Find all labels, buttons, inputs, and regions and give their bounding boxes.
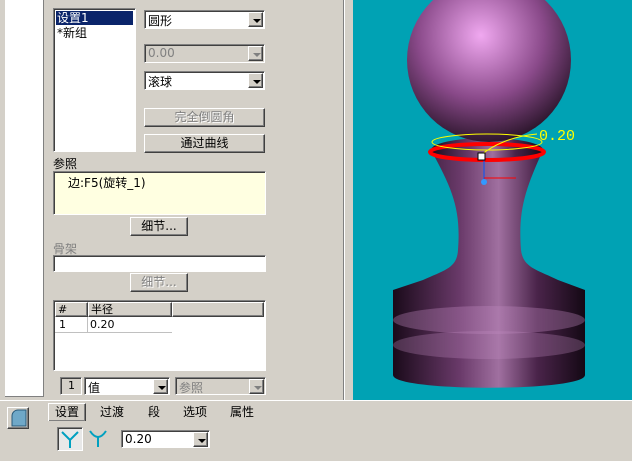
pawn-base-ring [393, 306, 585, 334]
radius-table-header-index: # [55, 302, 88, 317]
chevron-down-icon[interactable] [248, 73, 263, 88]
reference-item[interactable]: 边:F5(旋转_1) [68, 174, 146, 191]
references-details-button[interactable]: 细节... [130, 217, 188, 236]
pawn-head[interactable] [407, 0, 571, 142]
mode-toggle-radius-icon[interactable] [57, 427, 83, 451]
chevron-down-icon[interactable] [153, 379, 168, 394]
pawn-base-ring [393, 331, 585, 359]
tab-transitions[interactable]: 过渡 [94, 404, 130, 422]
radius-table-header-extra [172, 302, 264, 317]
table-row[interactable]: 1 0.20 [55, 317, 172, 333]
tab-options[interactable]: 选项 [177, 404, 213, 422]
sets-list[interactable]: 设置1 *新组 [53, 8, 136, 152]
sets-list-item-1[interactable]: 设置1 [56, 11, 133, 25]
round-feature-icon [7, 407, 29, 429]
graphics-viewport[interactable]: 0.20 [353, 0, 632, 400]
method-select-value: 滚球 [148, 75, 173, 89]
radius-row-index: 1 [59, 318, 66, 331]
dimension-label[interactable]: 0.20 [539, 128, 575, 145]
radius-index-field: 1 [60, 377, 82, 395]
through-curve-button[interactable]: 通过曲线 [144, 134, 265, 153]
tab-properties[interactable]: 属性 [224, 404, 260, 422]
shape-select-value: 圆形 [148, 14, 173, 28]
value-select[interactable]: 0.00 [144, 44, 265, 63]
sets-list-item-new[interactable]: *新组 [56, 26, 87, 40]
radius-table[interactable]: # 半径 1 0.20 [53, 300, 266, 371]
panel-splitter[interactable] [275, 0, 353, 400]
drag-handle[interactable] [481, 179, 487, 185]
pawn-model[interactable]: 0.20 [353, 0, 632, 400]
references-label: 参照 [53, 157, 78, 171]
chevron-down-icon[interactable] [249, 379, 264, 394]
radius-table-header-radius: 半径 [88, 302, 172, 317]
chevron-down-icon[interactable] [248, 12, 263, 27]
tab-settings[interactable]: 设置 [48, 403, 87, 421]
radius-mode-value: 值 [88, 381, 101, 395]
radius-row-value[interactable]: 0.20 [90, 318, 115, 331]
settings-panel: 设置1 *新组 圆形 0.00 滚球 完全倒圆角 通过曲线 参照 边:F5(旋转… [44, 0, 275, 400]
radius-mode-select[interactable]: 值 [84, 377, 170, 395]
value-select-value: 0.00 [148, 46, 175, 60]
references-collector[interactable]: 边:F5(旋转_1) [53, 171, 266, 215]
shape-select[interactable]: 圆形 [144, 10, 265, 29]
radius-ref-select[interactable]: 参照 [175, 377, 266, 395]
drag-handle[interactable] [477, 152, 486, 161]
radius-value-select[interactable]: 0.20 [121, 430, 210, 448]
mode-toggle-chordal-icon[interactable] [86, 427, 112, 451]
spine-collector[interactable] [53, 255, 266, 272]
spine-details-button[interactable]: 细节... [130, 273, 188, 292]
chevron-down-icon[interactable] [193, 432, 208, 447]
full-round-button[interactable]: 完全倒圆角 [144, 108, 265, 127]
tab-pieces[interactable]: 段 [142, 404, 166, 422]
method-select[interactable]: 滚球 [144, 71, 265, 90]
radius-ref-value: 参照 [179, 381, 204, 395]
model-tree-panel [0, 0, 44, 400]
radius-value: 0.20 [125, 432, 152, 446]
chevron-down-icon[interactable] [248, 46, 263, 61]
